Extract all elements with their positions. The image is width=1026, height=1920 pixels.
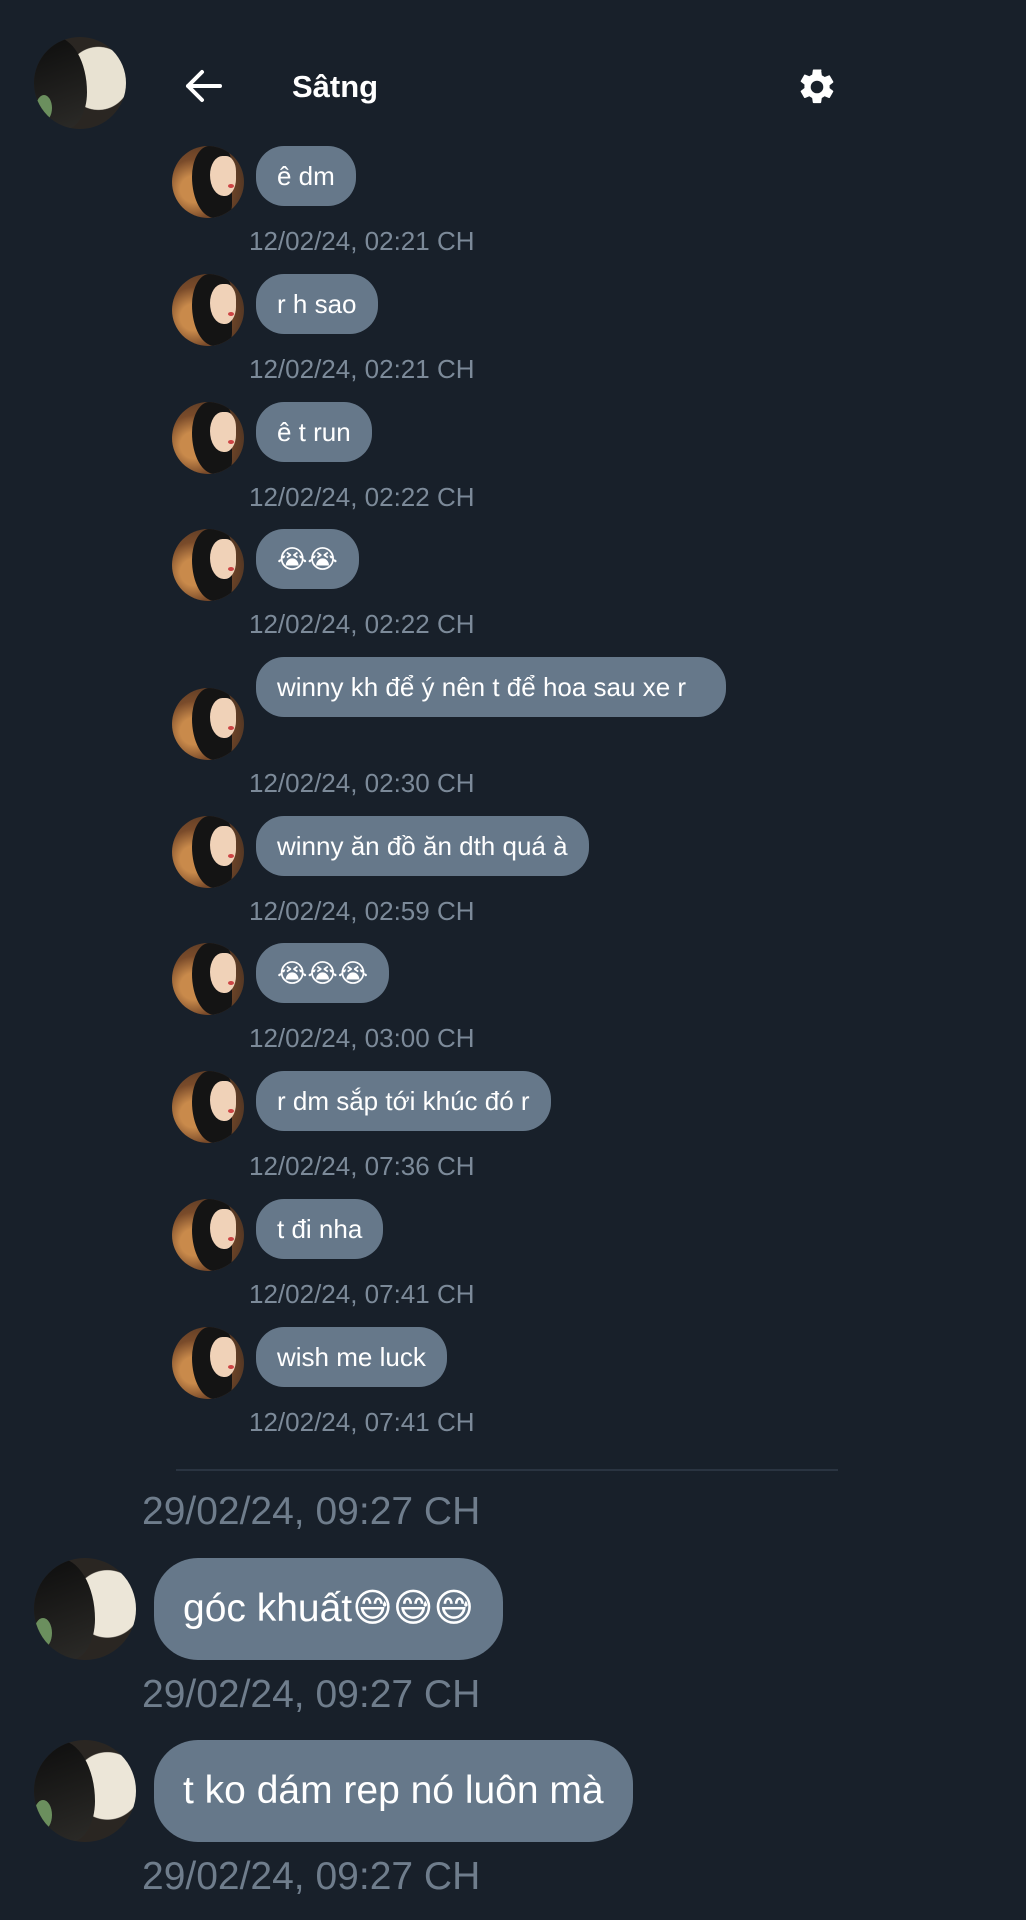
sender-avatar[interactable]	[34, 1558, 136, 1660]
sender-avatar[interactable]	[172, 529, 244, 601]
message-bubble[interactable]: r h sao	[256, 274, 378, 334]
message-timestamp: 12/02/24, 02:59 CH	[249, 896, 475, 926]
section-timestamp: 29/02/24, 09:27 CH	[142, 1490, 481, 1533]
message-bubble[interactable]: winny ăn đồ ăn dth quá à	[256, 816, 589, 876]
message-timestamp: 29/02/24, 09:27 CH	[142, 1855, 481, 1898]
sender-avatar[interactable]	[172, 1071, 244, 1143]
sender-avatar[interactable]	[172, 146, 244, 218]
settings-button[interactable]	[792, 62, 842, 112]
arrow-left-icon	[186, 70, 222, 102]
message-timestamp: 12/02/24, 02:21 CH	[249, 354, 475, 384]
gear-icon	[800, 69, 834, 104]
contact-avatar[interactable]	[34, 37, 126, 129]
back-button[interactable]	[180, 62, 228, 110]
message-bubble[interactable]: ê dm	[256, 146, 356, 206]
message-timestamp: 12/02/24, 02:22 CH	[249, 482, 475, 512]
sender-avatar[interactable]	[172, 402, 244, 474]
message-timestamp: 12/02/24, 07:41 CH	[249, 1407, 475, 1437]
message-timestamp: 12/02/24, 07:36 CH	[249, 1151, 475, 1181]
message-timestamp: 12/02/24, 03:00 CH	[249, 1023, 475, 1053]
message-timestamp: 29/02/24, 09:27 CH	[142, 1673, 481, 1716]
message-bubble[interactable]: wish me luck	[256, 1327, 447, 1387]
message-timestamp: 12/02/24, 02:30 CH	[249, 768, 475, 798]
sender-avatar[interactable]	[172, 943, 244, 1015]
sender-avatar[interactable]	[34, 1740, 136, 1842]
sender-avatar[interactable]	[172, 816, 244, 888]
message-timestamp: 12/02/24, 02:21 CH	[249, 226, 475, 256]
section-divider	[176, 1469, 838, 1471]
sender-avatar[interactable]	[172, 1327, 244, 1399]
message-bubble[interactable]: t ko dám rep nó luôn mà	[154, 1740, 633, 1842]
message-bubble[interactable]: t đi nha	[256, 1199, 384, 1259]
chat-title: Sâtng	[292, 69, 379, 104]
message-bubble[interactable]: 😭😭😭	[256, 943, 390, 1003]
message-timestamp: 12/02/24, 07:41 CH	[249, 1279, 475, 1309]
sender-avatar[interactable]	[172, 688, 244, 760]
message-timestamp: 12/02/24, 02:22 CH	[249, 609, 475, 639]
message-bubble[interactable]: góc khuất😅😅😅	[154, 1558, 504, 1660]
sender-avatar[interactable]	[172, 274, 244, 346]
message-bubble[interactable]: r dm sắp tới khúc đó r	[256, 1071, 551, 1131]
message-bubble[interactable]: 😭😭	[256, 529, 359, 589]
sender-avatar[interactable]	[172, 1199, 244, 1271]
message-bubble[interactable]: winny kh để ý nên t để hoa sau xe r	[256, 657, 726, 717]
message-bubble[interactable]: ê t run	[256, 402, 372, 462]
